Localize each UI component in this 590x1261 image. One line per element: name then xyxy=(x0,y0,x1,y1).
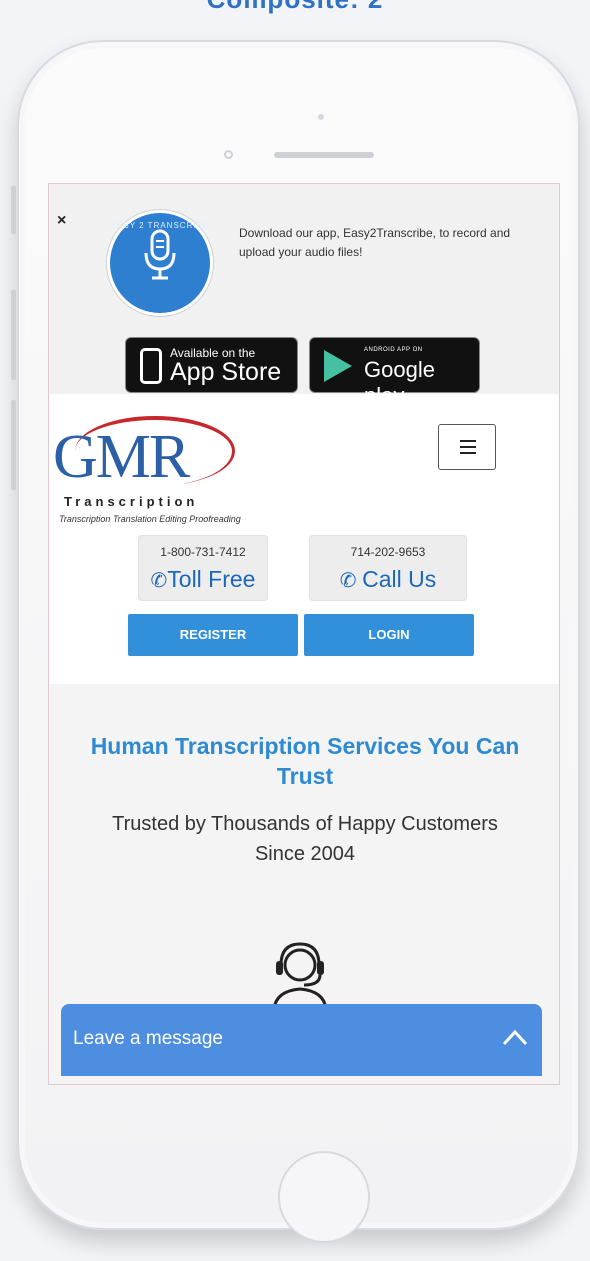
chat-label: Leave a message xyxy=(73,1028,223,1049)
logo-subtitle: Transcription xyxy=(64,494,199,509)
toll-free-label: Toll Free xyxy=(167,566,256,592)
register-button[interactable]: REGISTER xyxy=(128,614,298,656)
logo-wordmark: GMR xyxy=(53,423,190,491)
app-store-badge[interactable]: Available on the App Store xyxy=(125,337,298,393)
chat-widget-bar[interactable]: Leave a message xyxy=(61,1004,542,1076)
phone-speaker xyxy=(274,152,374,158)
hero-title: Human Transcription Services You Can Tru… xyxy=(90,733,520,789)
hero-subtitle: Trusted by Thousands of Happy Customers … xyxy=(112,813,498,865)
side-button-volume-down xyxy=(11,400,16,490)
phone-icon: ✆ xyxy=(150,570,168,592)
microphone-icon xyxy=(144,229,176,280)
toll-free-button[interactable]: 1-800-731-7412 ✆Toll Free xyxy=(138,535,268,601)
side-button-mute xyxy=(11,186,16,234)
google-play-badge[interactable]: ANDROID APP ON Google play xyxy=(309,337,480,408)
phone-sensor xyxy=(318,114,324,120)
phone-camera xyxy=(224,150,233,159)
phone-icon: ✆ xyxy=(339,570,363,592)
call-us-number: 714-202-9653 xyxy=(350,545,426,559)
toll-free-number: 1-800-731-7412 xyxy=(160,545,246,559)
app-promo-banner: × EASY 2 TRANSCRIBE Download our app, Ea… xyxy=(49,184,559,408)
call-us-label: Call Us xyxy=(362,566,437,592)
hamburger-menu-icon[interactable] xyxy=(438,424,496,470)
site-header: GMR Transcription Transcription Translat… xyxy=(49,394,559,685)
side-button-volume-up xyxy=(11,290,16,380)
login-button[interactable]: LOGIN xyxy=(304,614,474,656)
page-header-title: Composite: 2 xyxy=(0,0,590,14)
headset-agent-icon xyxy=(272,942,328,1010)
chevron-up-icon[interactable] xyxy=(501,1024,529,1052)
home-button[interactable] xyxy=(278,1151,370,1243)
google-play-small-text: ANDROID APP ON xyxy=(364,347,423,353)
promo-message: Download our app, Easy2Transcribe, to re… xyxy=(239,226,511,259)
logo-tagline: Transcription Translation Editing Proofr… xyxy=(59,514,241,524)
call-us-button[interactable]: 714-202-9653 ✆ Call Us xyxy=(309,535,467,601)
close-icon[interactable]: × xyxy=(57,212,66,230)
apple-icon xyxy=(140,348,162,384)
app-logo: EASY 2 TRANSCRIBE xyxy=(107,210,213,316)
phone-screen: × EASY 2 TRANSCRIBE Download our app, Ea… xyxy=(48,183,560,1085)
gmr-logo[interactable]: GMR xyxy=(53,416,235,491)
app-store-big-text: App Store xyxy=(170,358,282,386)
google-play-icon xyxy=(324,350,352,382)
